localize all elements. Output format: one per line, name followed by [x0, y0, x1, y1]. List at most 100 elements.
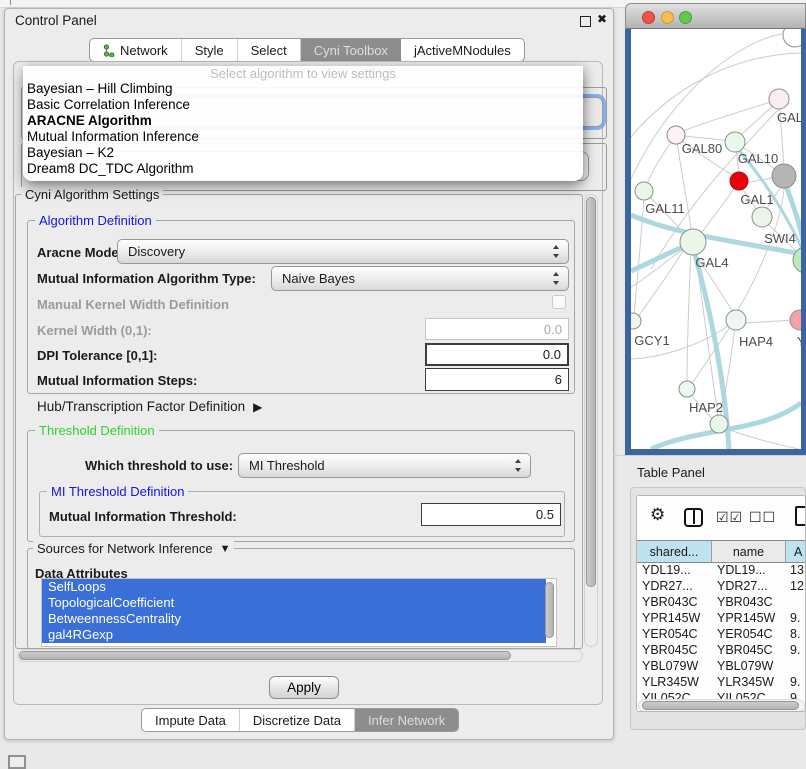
algorithm-option[interactable]: Mutual Information Inference: [23, 129, 583, 145]
attribute-item[interactable]: TopologicalCoefficient: [42, 595, 546, 611]
tab-discretize-data[interactable]: Discretize Data: [240, 709, 355, 731]
algorithm-option[interactable]: Bayesian – Hill Climbing: [23, 81, 583, 97]
table-horizontal-scroll-thumb[interactable]: [642, 701, 799, 710]
aracne-mode-value: Discovery: [128, 244, 185, 259]
which-threshold-combo[interactable]: MI Threshold: [238, 453, 531, 478]
table-header-row: shared... name A: [637, 540, 806, 563]
algorithm-option[interactable]: Dream8 DC_TDC Algorithm: [23, 161, 583, 177]
table-row[interactable]: YBR043CYBR043C: [637, 594, 806, 610]
node-unnamed-bottom[interactable]: [710, 415, 728, 433]
node-label-gal10: GAL10: [738, 151, 778, 166]
hub-definition-disclosure[interactable]: Hub/Transcription Factor Definition ▶: [37, 399, 262, 414]
dpi-tolerance-field[interactable]: 0.0: [425, 343, 569, 366]
node-salmon[interactable]: [790, 310, 801, 330]
gear-icon[interactable]: ⚙: [650, 505, 665, 525]
node-label-gal1: GAL1: [740, 192, 773, 207]
tab-impute-data[interactable]: Impute Data: [142, 709, 240, 731]
table-row[interactable]: YBL079WYBL079W: [637, 658, 806, 674]
sources-disclosure[interactable]: Sources for Network Inference ▼: [33, 541, 234, 556]
kernel-width-field[interactable]: 0.0: [425, 318, 569, 340]
node-label-gcy1: GCY1: [634, 333, 669, 348]
network-view[interactable]: GAL GAL80 GAL10 GAL1 SWI4 GAL11 GAL4 GCY…: [625, 29, 806, 455]
disclosure-down-icon: ▼: [220, 543, 231, 555]
table-panel-header: Table Panel: [613, 455, 806, 488]
network-window-titlebar[interactable]: [625, 3, 806, 29]
node-gal1[interactable]: [730, 172, 748, 190]
manual-kernel-checkbox[interactable]: [552, 295, 566, 309]
algorithm-option-selected[interactable]: ARACNE Algorithm: [23, 113, 583, 129]
algorithm-option[interactable]: Basic Correlation Inference: [23, 97, 583, 113]
attribute-item[interactable]: BetweennessCentrality: [42, 611, 546, 627]
file-icon[interactable]: [795, 506, 806, 526]
tab-network[interactable]: Network: [90, 39, 182, 61]
tab-jactivemnodules[interactable]: jActiveMNodules: [401, 39, 524, 61]
table-panel-title: Table Panel: [637, 465, 705, 480]
close-traffic-light[interactable]: [642, 11, 655, 24]
attribute-item[interactable]: gal4RGexp: [42, 627, 546, 643]
network-canvas[interactable]: GAL GAL80 GAL10 GAL1 SWI4 GAL11 GAL4 GCY…: [631, 29, 801, 449]
tab-select[interactable]: Select: [238, 39, 301, 61]
table-row[interactable]: YLR345WYLR345W9.: [637, 674, 806, 690]
sources-title: Sources for Network Inference: [37, 541, 213, 556]
column-header-sharedname[interactable]: shared...: [637, 541, 712, 562]
node-label-gal80: GAL80: [682, 141, 722, 156]
column-header-partial[interactable]: A: [786, 541, 806, 562]
float-panel-icon[interactable]: [580, 16, 591, 27]
partial-panel-icon[interactable]: [8, 755, 26, 769]
mi-threshold-group-title: MI Threshold Definition: [47, 484, 188, 499]
zoom-traffic-light[interactable]: [679, 11, 692, 24]
table-row[interactable]: YIL052CYIL052C9: [637, 690, 806, 699]
settings-vertical-scroll-thumb[interactable]: [586, 197, 596, 587]
bottom-tabbar: Impute Data Discretize Data Infer Networ…: [141, 708, 459, 732]
node-unnamed-gray[interactable]: [772, 164, 796, 188]
table-row[interactable]: YBR045CYBR045C9.: [637, 642, 806, 658]
column-header-name[interactable]: name: [712, 541, 786, 562]
node-gal4[interactable]: [680, 229, 706, 255]
tab-style[interactable]: Style: [182, 39, 238, 61]
node-gal10[interactable]: [725, 132, 745, 152]
algorithm-dropdown: Select algorithm to view settings Bayesi…: [23, 66, 583, 181]
table-panel-body: ⚙ ☑☑ ☐☐ shared... name A YDL19...YDL19..…: [636, 495, 806, 712]
close-panel-icon[interactable]: ✖: [597, 12, 607, 26]
minimize-traffic-light[interactable]: [661, 11, 674, 24]
split-columns-icon[interactable]: [684, 508, 703, 527]
algorithm-option[interactable]: Bayesian – K2: [23, 145, 583, 161]
control-panel-tabbar: Network Style Select Cyni Toolbox jActiv…: [89, 38, 525, 62]
node-label-salmon: Y: [797, 334, 801, 349]
node-swi4[interactable]: [752, 207, 772, 227]
node-label-gal11: GAL11: [645, 201, 685, 216]
node-gal7[interactable]: [769, 89, 789, 109]
hub-definition-label: Hub/Transcription Factor Definition: [37, 399, 245, 414]
mi-type-combo[interactable]: Naive Bayes: [271, 266, 569, 291]
settings-horizontal-scroll-thumb[interactable]: [19, 651, 511, 660]
unchecked-boxes-icon[interactable]: ☐☐: [749, 509, 776, 526]
attribute-list-scroll-thumb[interactable]: [545, 582, 554, 638]
table-row[interactable]: YPR145WYPR145W9.: [637, 610, 806, 626]
top-strip-tick: [10, 0, 11, 5]
table-rows: YDL19...YDL19...13 YDR27...YDR27...12 YB…: [637, 562, 806, 699]
tab-cyni-toolbox[interactable]: Cyni Toolbox: [301, 39, 401, 61]
mi-type-value: Naive Bayes: [282, 271, 355, 286]
aracne-mode-combo[interactable]: Discovery: [117, 239, 569, 264]
algorithm-definition-title: Algorithm Definition: [35, 213, 156, 228]
table-row[interactable]: YDR27...YDR27...12: [637, 578, 806, 594]
attribute-item[interactable]: SelfLoops: [42, 579, 546, 595]
node-label-gal4: GAL4: [695, 255, 728, 270]
tab-infer-network[interactable]: Infer Network: [355, 709, 458, 731]
apply-button[interactable]: Apply: [269, 676, 339, 699]
checked-boxes-icon[interactable]: ☑☑: [716, 509, 743, 526]
node-gal11[interactable]: [635, 182, 653, 200]
dropdown-hint: Select algorithm to view settings: [23, 66, 583, 81]
table-row[interactable]: YER054CYER054C8.: [637, 626, 806, 642]
mi-steps-field[interactable]: 6: [425, 368, 569, 391]
table-row[interactable]: YDL19...YDL19...13: [637, 562, 806, 578]
node-unnamed-top[interactable]: [783, 29, 801, 47]
data-attributes-list: SelfLoops TopologicalCoefficient Between…: [41, 578, 557, 647]
cyni-settings-title: Cyni Algorithm Settings: [21, 187, 163, 202]
node-hap2[interactable]: [679, 381, 695, 397]
node-hap4[interactable]: [726, 310, 746, 330]
aracne-mode-label: Aracne Mode:: [37, 245, 123, 260]
disclosure-right-icon: ▶: [253, 400, 262, 414]
node-label-gal7: GAL: [777, 110, 801, 125]
mi-threshold-field[interactable]: 0.5: [421, 503, 561, 526]
